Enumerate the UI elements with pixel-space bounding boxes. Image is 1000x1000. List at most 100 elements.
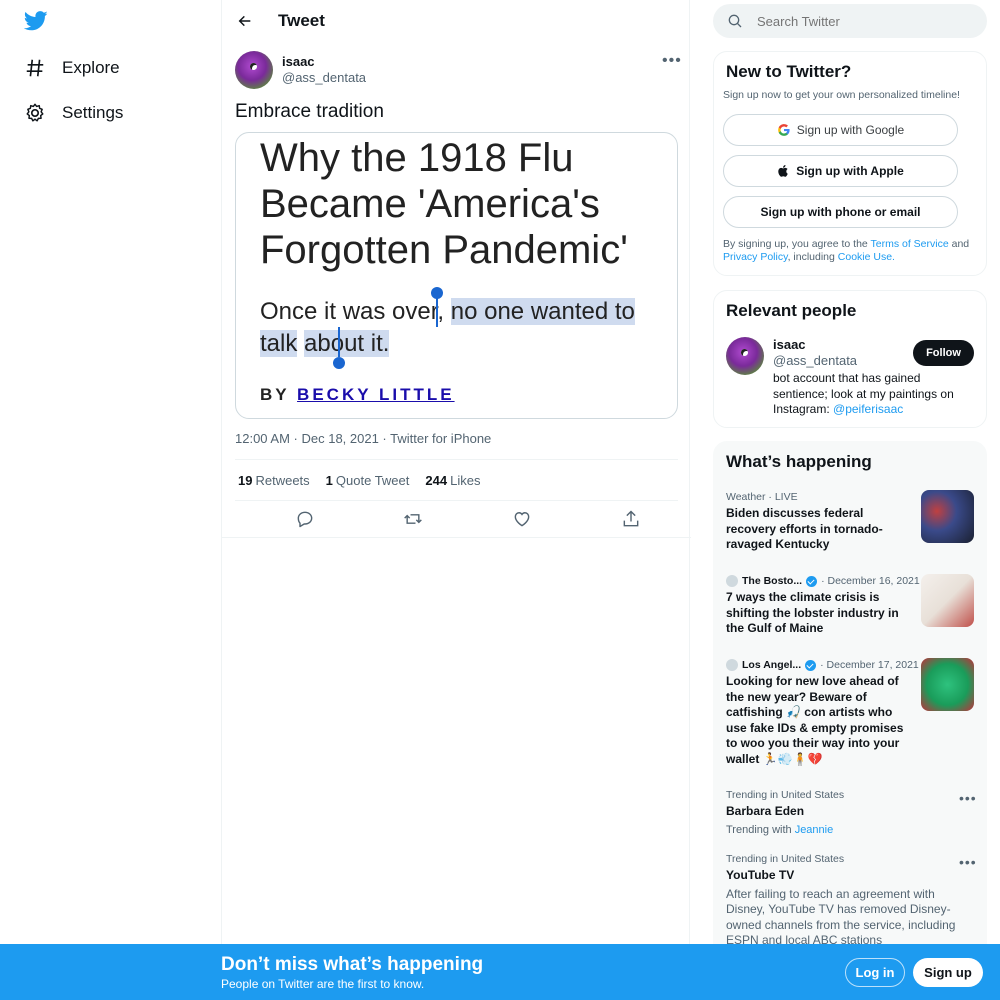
trend-title: Biden discusses federal recovery efforts…: [726, 506, 883, 551]
signup-phone-label: Sign up with phone or email: [760, 205, 921, 219]
more-options-icon[interactable]: •••: [959, 854, 977, 870]
banner-subtitle: People on Twitter are the first to know.: [221, 977, 425, 991]
more-options-icon[interactable]: •••: [959, 790, 977, 806]
legal-text: and: [948, 238, 970, 250]
trend-date: · December 16, 2021: [821, 575, 920, 587]
retweets-count: 19: [238, 473, 253, 488]
likes-stat[interactable]: 244 Likes: [425, 473, 480, 488]
card-subtitle: Once it was over, no one wanted to talk …: [260, 296, 670, 360]
signup-google-label: Sign up with Google: [796, 123, 905, 137]
likes-label: Likes: [450, 473, 481, 488]
trend-item[interactable]: Trending in United States Barbara Eden T…: [726, 789, 986, 838]
terms-link[interactable]: Terms of Service: [871, 238, 949, 250]
source-avatar-icon: [726, 575, 738, 587]
login-button[interactable]: Log in: [845, 958, 905, 987]
google-icon: [777, 124, 790, 136]
legal-text: By signing up, you agree to the: [723, 238, 871, 250]
card-subtitle-highlight: about it.: [304, 330, 390, 357]
new-to-twitter-panel: New to Twitter? Sign up now to get your …: [713, 51, 987, 276]
panel-title: Relevant people: [726, 301, 857, 320]
more-options-icon[interactable]: •••: [662, 52, 682, 70]
person-handle[interactable]: @ass_dentata: [773, 353, 857, 368]
signup-phone-email-button[interactable]: Sign up with phone or email: [723, 196, 958, 228]
relevant-people-panel: Relevant people isaac @ass_dentata Follo…: [713, 290, 987, 428]
trend-related-link[interactable]: Jeannie: [795, 824, 834, 836]
signup-google-button[interactable]: Sign up with Google: [723, 114, 958, 146]
twitter-logo-icon[interactable]: [24, 10, 48, 32]
signup-apple-label: Sign up with Apple: [796, 164, 904, 178]
author-name[interactable]: isaac: [282, 54, 315, 69]
retweets-label: Retweets: [255, 473, 310, 488]
author-avatar[interactable]: [235, 51, 273, 89]
quotes-stat[interactable]: 1 Quote Tweet: [326, 473, 410, 488]
trend-desc-text: Trending with: [726, 823, 795, 836]
tweet-timestamp[interactable]: 12:00 AM · Dec 18, 2021 · Twitter for iP…: [235, 431, 491, 446]
hashtag-icon: [26, 59, 44, 77]
trend-thumbnail[interactable]: [921, 658, 974, 711]
left-nav: Explore Settings: [0, 0, 221, 1000]
selection-start-caret: [436, 293, 438, 327]
trend-date: · December 17, 2021: [820, 659, 919, 671]
trend-title: Looking for new love ahead of the new ye…: [726, 674, 904, 766]
search-box[interactable]: [713, 4, 987, 38]
cookie-link[interactable]: Cookie Use.: [838, 251, 895, 263]
share-icon[interactable]: [621, 509, 641, 529]
retweet-icon[interactable]: [403, 509, 423, 529]
trend-thumbnail[interactable]: [921, 490, 974, 543]
signup-legal-text: By signing up, you agree to the Terms of…: [723, 238, 973, 264]
trend-title: YouTube TV: [726, 868, 795, 882]
quotes-count: 1: [325, 473, 333, 488]
trend-item[interactable]: Trending in United States YouTube TV Aft…: [726, 853, 986, 949]
signup-banner: Don’t miss what’s happening People on Tw…: [0, 944, 1000, 1000]
instagram-handle-link[interactable]: @peiferisaac: [833, 402, 903, 416]
panel-title: New to Twitter?: [726, 62, 852, 81]
divider: [222, 537, 691, 538]
gear-icon: [26, 103, 44, 122]
tweet-actions: [235, 509, 678, 531]
person-name[interactable]: isaac: [773, 337, 806, 352]
trend-source: The Bosto...: [742, 575, 803, 587]
byline-author-link[interactable]: BECKY LITTLE: [297, 385, 455, 404]
like-icon[interactable]: [512, 509, 532, 529]
right-sidebar: New to Twitter? Sign up now to get your …: [690, 0, 1000, 1000]
divider: [235, 500, 678, 501]
card-subtitle-plain: Once it was over,: [260, 298, 451, 325]
signup-apple-button[interactable]: Sign up with Apple: [723, 155, 958, 187]
search-input[interactable]: [757, 12, 977, 30]
author-handle[interactable]: @ass_dentata: [282, 70, 366, 85]
retweets-stat[interactable]: 19 Retweets: [238, 473, 310, 488]
card-byline: BY BECKY LITTLE: [260, 385, 455, 405]
follow-button[interactable]: Follow: [913, 340, 974, 366]
card-headline: Why the 1918 Flu Became 'America's Forgo…: [260, 136, 628, 272]
selection-end-handle: [333, 357, 345, 369]
page-title: Tweet: [278, 11, 325, 30]
quotes-label: Quote Tweet: [335, 473, 410, 488]
trend-description: After failing to reach an agreement with…: [726, 886, 956, 948]
whats-happening-panel: What’s happening Weather · LIVE Biden di…: [713, 441, 987, 961]
likes-count: 244: [425, 473, 448, 488]
panel-title: What’s happening: [726, 452, 872, 471]
search-icon: [728, 14, 742, 28]
verified-badge-icon: [806, 575, 818, 587]
person-bio: bot account that has gained sentience; l…: [773, 371, 973, 418]
legal-text: , including: [787, 251, 838, 263]
arrow-left-icon: [238, 15, 251, 27]
back-button[interactable]: [234, 10, 256, 32]
trend-meta: Trending in United States: [726, 789, 845, 801]
banner-title: Don’t miss what’s happening: [221, 954, 484, 975]
reply-icon[interactable]: [295, 509, 315, 529]
signup-button[interactable]: Sign up: [913, 958, 983, 987]
trend-description: Trending with Jeannie: [726, 823, 986, 839]
privacy-link[interactable]: Privacy Policy: [723, 251, 788, 263]
panel-subtitle: Sign up now to get your own personalized…: [723, 89, 960, 101]
nav-item-explore[interactable]: Explore: [24, 57, 120, 79]
person-avatar[interactable]: [726, 337, 764, 375]
verified-badge-icon: [805, 659, 817, 671]
tweet-text: Embrace tradition: [235, 101, 384, 122]
trend-thumbnail[interactable]: [921, 574, 974, 627]
trend-title: 7 ways the climate crisis is shifting th…: [726, 590, 899, 635]
apple-icon: [778, 165, 788, 177]
nav-item-settings[interactable]: Settings: [24, 102, 123, 124]
trend-source: Los Angel...: [742, 659, 802, 671]
tweet-media-card[interactable]: Why the 1918 Flu Became 'America's Forgo…: [235, 132, 678, 419]
